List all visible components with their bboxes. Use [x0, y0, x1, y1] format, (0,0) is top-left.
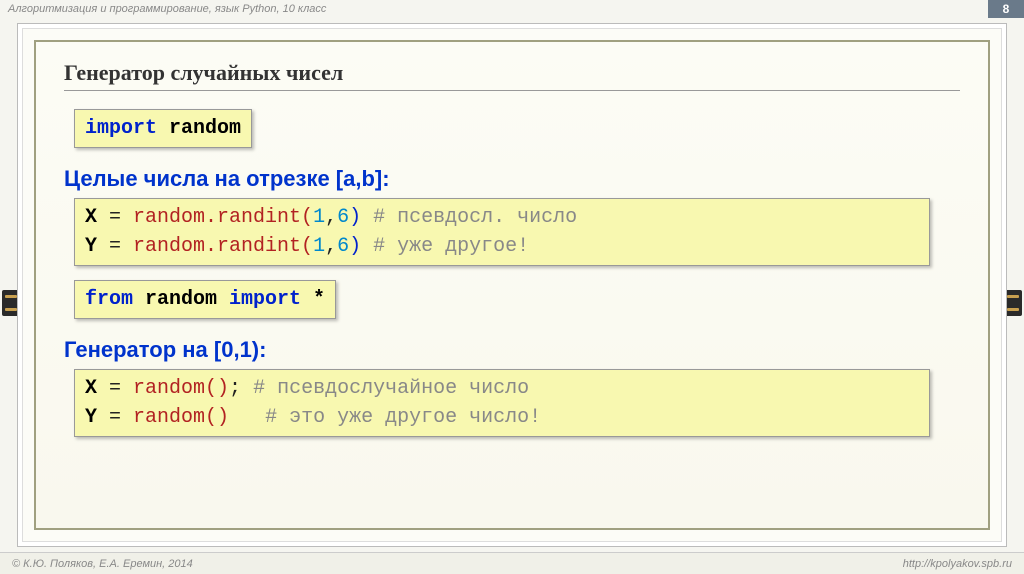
num-one: 1: [313, 206, 325, 229]
comma: ,: [325, 235, 337, 258]
comment-other: # уже другое!: [361, 235, 529, 258]
slide-inner-frame: Генератор случайных чисел import random …: [34, 40, 990, 530]
footer-copyright: © К.Ю. Поляков, Е.А. Еремин, 2014: [12, 558, 193, 570]
course-label: Алгоритмизация и программирование, язык …: [8, 3, 326, 15]
keyword-import: import: [229, 288, 301, 311]
var-y: Y: [85, 406, 97, 429]
var-x: X: [85, 206, 97, 229]
code-from-import: from random import *: [74, 280, 336, 319]
page-number: 8: [988, 0, 1024, 18]
keyword-import: import: [85, 117, 157, 140]
code-random-block: X = random(); # псевдослучайное число Y …: [74, 369, 930, 437]
slide-title: Генератор случайных чисел: [64, 60, 960, 86]
var-x: X: [85, 377, 97, 400]
code-randint-block: X = random.randint(1,6) # псевдосл. числ…: [74, 198, 930, 266]
header-bar: Алгоритмизация и программирование, язык …: [0, 0, 1024, 18]
close-paren: ): [349, 206, 361, 229]
op-assign: =: [97, 406, 133, 429]
comma: ,: [325, 206, 337, 229]
op-assign: =: [97, 206, 133, 229]
wildcard: *: [301, 288, 325, 311]
op-assign: =: [97, 377, 133, 400]
spaces: [229, 406, 265, 429]
close-paren: ): [349, 235, 361, 258]
keyword-from: from: [85, 288, 133, 311]
binder-clip-right: [1004, 290, 1022, 316]
subheading-integers: Целые числа на отрезке [a,b]:: [64, 166, 960, 192]
num-six: 6: [337, 235, 349, 258]
code-import-random: import random: [74, 109, 252, 148]
call-randint: random.randint(: [133, 206, 313, 229]
footer-url: http://kpolyakov.spb.ru: [903, 558, 1012, 570]
module-random: random: [157, 117, 241, 140]
call-randint: random.randint(: [133, 235, 313, 258]
subheading-float: Генератор на [0,1):: [64, 337, 960, 363]
var-y: Y: [85, 235, 97, 258]
call-random: random(): [133, 406, 229, 429]
semicolon: ;: [229, 377, 253, 400]
slide-outer-frame: Генератор случайных чисел import random …: [18, 24, 1006, 546]
module-random: random: [133, 288, 229, 311]
comment-other-float: # это уже другое число!: [265, 406, 541, 429]
num-six: 6: [337, 206, 349, 229]
title-divider: [64, 90, 960, 91]
footer-bar: © К.Ю. Поляков, Е.А. Еремин, 2014 http:/…: [0, 552, 1024, 574]
op-assign: =: [97, 235, 133, 258]
comment-pseudo-float: # псевдослучайное число: [253, 377, 529, 400]
num-one: 1: [313, 235, 325, 258]
call-random: random(): [133, 377, 229, 400]
comment-pseudo: # псевдосл. число: [361, 206, 577, 229]
